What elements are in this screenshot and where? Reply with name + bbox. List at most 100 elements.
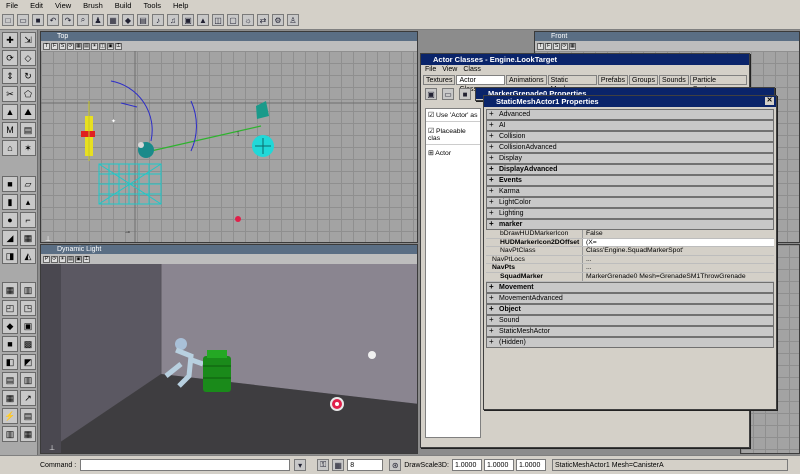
matinee-tool-icon[interactable]: ▤ <box>20 122 36 138</box>
property-group-lightcolor[interactable]: LightColor <box>486 197 774 208</box>
ac-new-icon[interactable]: ▣ <box>425 88 437 100</box>
menu-view[interactable]: View <box>49 1 77 10</box>
command-history-icon[interactable]: ▾ <box>294 459 307 471</box>
invert-selection-icon[interactable]: ▥ <box>20 372 36 388</box>
undo-icon[interactable]: ↶ <box>47 14 59 26</box>
drawscale-z-field[interactable]: 1.0000 <box>515 459 546 471</box>
search-icon[interactable]: ⌕ <box>77 14 89 26</box>
tree-item-actor[interactable]: ⊞ Actor <box>426 145 480 161</box>
group-browser-icon[interactable]: ▦ <box>107 14 119 26</box>
texture-pan-icon[interactable]: ⇕ <box>2 68 18 84</box>
face-drag-icon[interactable]: ▲ <box>2 104 18 120</box>
property-value[interactable]: False <box>583 230 774 238</box>
front-wire-icon[interactable]: ▦ <box>569 42 576 50</box>
select-inside-icon[interactable]: ▤ <box>2 372 18 388</box>
menu-build[interactable]: Build <box>109 1 138 10</box>
front-view-top-icon[interactable]: T <box>537 42 544 50</box>
property-value[interactable]: ... <box>583 256 774 264</box>
property-group-lighting[interactable]: Lighting <box>486 208 774 219</box>
polygon-icon[interactable]: ⬠ <box>20 86 36 102</box>
lock-icon[interactable]: ⚿ <box>115 42 122 50</box>
property-group-sound[interactable]: Sound <box>486 314 774 326</box>
camera-mode-icon[interactable]: ✚ <box>2 32 18 48</box>
persp-bsp-icon[interactable]: ▣ <box>75 255 82 263</box>
brush-clip-icon[interactable]: ✂ <box>2 86 18 102</box>
property-group-displayadvanced[interactable]: DisplayAdvanced <box>486 164 774 175</box>
sound-browser-icon[interactable]: ♪ <box>152 14 164 26</box>
lock-camera-icon[interactable]: ⚿ <box>317 459 330 471</box>
tetra-brush-icon[interactable]: ◭ <box>20 248 36 264</box>
ac-menu-class[interactable]: Class <box>463 66 481 73</box>
tab-animations[interactable]: Animations <box>505 75 547 85</box>
drawscale-y-field[interactable]: 1.0000 <box>483 459 514 471</box>
property-row[interactable]: SquadMarker MarkerGrenade0 Mesh=GrenadeSM… <box>486 272 774 282</box>
property-value[interactable]: (X= <box>583 238 774 247</box>
look-target-actor[interactable] <box>138 142 154 158</box>
terrain-icon[interactable]: ▲ <box>197 14 209 26</box>
persp-realtime-icon[interactable]: ⟳ <box>51 255 58 263</box>
mov-tool-icon[interactable]: M <box>2 122 18 138</box>
drawscale-x-field[interactable]: 1.0000 <box>451 459 482 471</box>
prefab-browser-icon[interactable]: ▣ <box>182 14 194 26</box>
show-all-icon[interactable]: ▦ <box>2 390 18 406</box>
persp-view-icon[interactable]: P <box>43 255 50 263</box>
geometry-icon[interactable]: ⌂ <box>2 140 18 156</box>
property-group-collisionadvanced[interactable]: CollisionAdvanced <box>486 142 774 153</box>
save-map-icon[interactable]: ■ <box>32 14 44 26</box>
property-group-display[interactable]: Display <box>486 153 774 164</box>
menu-edit[interactable]: Edit <box>24 1 49 10</box>
play-level-icon[interactable]: ♙ <box>287 14 299 26</box>
grid-size-field[interactable]: 8 <box>347 459 384 471</box>
property-group-ai[interactable]: AI <box>486 120 774 131</box>
realtime-icon[interactable]: ⟳ <box>67 42 74 50</box>
property-group-movementadvanced[interactable]: MovementAdvanced <box>486 292 774 304</box>
front-realtime-icon[interactable]: ⟳ <box>561 42 568 50</box>
ac-menu-view[interactable]: View <box>442 66 457 73</box>
redo-icon[interactable]: ↷ <box>62 14 74 26</box>
sphere-brush-icon[interactable]: ● <box>2 212 18 228</box>
hide-selected-icon[interactable]: ◩ <box>20 354 36 370</box>
property-group--hidden-[interactable]: (Hidden) <box>486 336 774 348</box>
add-antiportal-icon[interactable]: ▩ <box>20 336 36 352</box>
add-special-icon[interactable]: ◆ <box>2 318 18 334</box>
maximize-viewport-icon[interactable]: ▦ <box>20 426 36 442</box>
wire-icon[interactable]: ▦ <box>75 42 82 50</box>
open-map-icon[interactable]: ▭ <box>17 14 29 26</box>
intersect-icon[interactable]: ◰ <box>2 300 18 316</box>
tab-prefabs[interactable]: Prefabs <box>597 75 628 85</box>
cube-brush-icon[interactable]: ■ <box>2 176 18 192</box>
property-value[interactable]: MarkerGrenade0 Mesh=GrenadeSM1ThrowGrena… <box>583 273 774 281</box>
texture-browser-icon[interactable]: ▤ <box>137 14 149 26</box>
snap-vertex-icon[interactable]: ▥ <box>2 426 18 442</box>
perspective-viewport[interactable]: Dynamic Light P ⟳ ☀ ▤ ▣ ⚿ ⊥ <box>40 244 418 454</box>
scale-mode-icon[interactable]: ⇲ <box>20 32 36 48</box>
vertex-icon[interactable]: ✶ <box>20 140 36 156</box>
drawscale-icon[interactable]: ⊛ <box>389 459 402 471</box>
property-group-events[interactable]: Events <box>486 175 774 186</box>
subtract-brush-icon[interactable]: ▥ <box>20 282 36 298</box>
tex-icon[interactable]: ▤ <box>83 42 90 50</box>
build-all-icon[interactable]: ⚙ <box>272 14 284 26</box>
texture-rotate-icon[interactable]: ↻ <box>20 68 36 84</box>
placeable-checkbox[interactable]: ☑ Placeable clas <box>426 125 480 145</box>
room-render[interactable]: ⊥ <box>41 264 418 454</box>
tab-groups[interactable]: Groups <box>629 75 658 85</box>
property-value[interactable]: Class'Engine.SquadMarkerSpot' <box>583 247 774 255</box>
spiral-brush-icon[interactable]: ◢ <box>2 230 18 246</box>
property-group-object[interactable]: Object <box>486 303 774 315</box>
show-selected-icon[interactable]: ◧ <box>2 354 18 370</box>
property-row[interactable]: bDrawHUDMarkerIcon False <box>486 230 774 239</box>
zone-icon[interactable]: ◫ <box>99 42 106 50</box>
tab-static-meshes[interactable]: Static Meshes <box>547 75 597 93</box>
property-group-collision[interactable]: Collision <box>486 131 774 142</box>
property-group-karma[interactable]: Karma <box>486 186 774 197</box>
property-group-marker[interactable]: marker <box>486 219 774 230</box>
bsp-icon[interactable]: ▣ <box>107 42 114 50</box>
deintersect-icon[interactable]: ◳ <box>20 300 36 316</box>
light-bulb-icon[interactable] <box>368 351 376 359</box>
add-brush-icon[interactable]: ▦ <box>2 282 18 298</box>
build-lighting-icon[interactable]: ☼ <box>242 14 254 26</box>
stairs-brush-icon[interactable]: ⌐ <box>20 212 36 228</box>
menu-tools[interactable]: Tools <box>137 1 167 10</box>
terrain-edit-icon[interactable]: ⛰ <box>20 104 36 120</box>
